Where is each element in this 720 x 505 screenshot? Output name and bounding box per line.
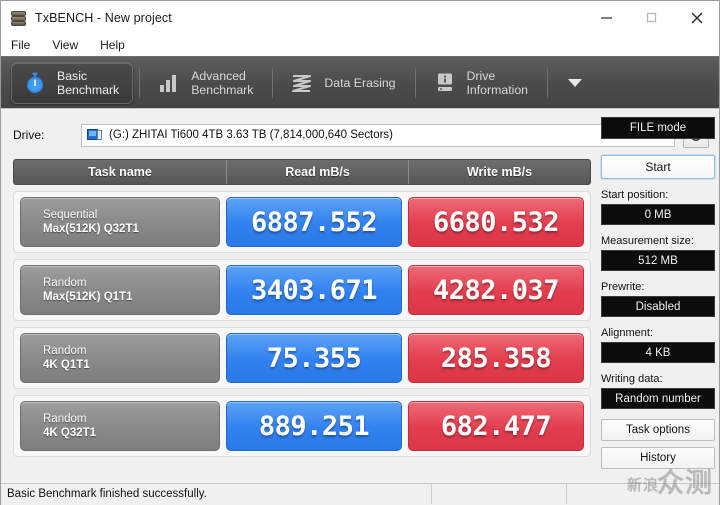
task-options-button[interactable]: Task options xyxy=(601,419,715,441)
task-name-line1: Random xyxy=(43,345,87,357)
options-sidebar: FILE mode Start Start position: 0 MB Mea… xyxy=(601,117,715,469)
alignment-value[interactable]: 4 KB xyxy=(601,342,715,363)
drive-label: Drive: xyxy=(13,128,45,142)
prewrite-value[interactable]: Disabled xyxy=(601,296,715,317)
title-bar: TxBENCH - New project xyxy=(1,1,719,34)
drive-info-icon xyxy=(432,70,458,96)
tab-advanced-benchmark-label: Advanced Benchmark xyxy=(191,68,254,97)
start-position-label: Start position: xyxy=(601,189,669,201)
write-value: 285.358 xyxy=(408,333,584,383)
maximize-button[interactable] xyxy=(629,1,674,34)
drive-monitor-icon xyxy=(87,128,103,142)
measurement-size-value[interactable]: 512 MB xyxy=(601,250,715,271)
results-table: Task name Read mB/s Write mB/s Sequentia… xyxy=(13,159,591,457)
history-button[interactable]: History xyxy=(601,447,715,469)
menu-bar: File View Help xyxy=(1,34,719,56)
task-name-cell: Sequential Max(512K) Q32T1 xyxy=(20,197,220,247)
tab-basic-benchmark-label: Basic Benchmark xyxy=(57,68,120,97)
start-position-value[interactable]: 0 MB xyxy=(601,204,715,225)
writing-data-label: Writing data: xyxy=(601,373,663,385)
task-name-cell: Random Max(512K) Q1T1 xyxy=(20,265,220,315)
status-message: Basic Benchmark finished successfully. xyxy=(7,488,207,500)
stopwatch-icon xyxy=(22,70,48,96)
file-mode-button[interactable]: FILE mode xyxy=(601,117,715,139)
drive-select[interactable]: (G:) ZHITAI Ti600 4TB 3.63 TB (7,814,000… xyxy=(81,123,675,147)
task-name-line2: 4K Q32T1 xyxy=(43,427,97,439)
tab-drive-information-label: Drive Information xyxy=(466,68,529,97)
tab-strip: Basic Benchmark Advanced Benchmark Data … xyxy=(1,56,719,108)
txbench-window: TxBENCH - New project File View Help Bas… xyxy=(0,0,720,505)
alignment-label: Alignment: xyxy=(601,327,653,339)
read-value: 3403.671 xyxy=(226,265,402,315)
tab-basic-benchmark[interactable]: Basic Benchmark xyxy=(11,61,134,104)
table-row: Random 4K Q1T1 75.355 285.358 xyxy=(13,327,591,389)
task-name-line1: Random xyxy=(43,277,87,289)
column-header-write: Write mB/s xyxy=(408,160,590,184)
tab-overflow-button[interactable] xyxy=(562,63,588,103)
prewrite-label: Prewrite: xyxy=(601,281,645,293)
menu-item-file[interactable]: File xyxy=(11,36,42,54)
minimize-button[interactable] xyxy=(584,1,629,34)
write-value: 4282.037 xyxy=(408,265,584,315)
task-name-cell: Random 4K Q1T1 xyxy=(20,333,220,383)
task-name-line2: Max(512K) Q32T1 xyxy=(43,223,139,235)
measurement-size-label: Measurement size: xyxy=(601,235,694,247)
start-button[interactable]: Start xyxy=(601,155,715,179)
status-bar: Basic Benchmark finished successfully. xyxy=(1,483,719,504)
task-name-line2: Max(512K) Q1T1 xyxy=(43,291,133,303)
tab-data-erasing[interactable]: Data Erasing xyxy=(279,62,408,104)
window-controls xyxy=(584,1,719,34)
window-title: TxBENCH - New project xyxy=(35,10,172,25)
table-row: Random 4K Q32T1 889.251 682.477 xyxy=(13,395,591,457)
column-header-read: Read mB/s xyxy=(226,160,408,184)
task-name-cell: Random 4K Q32T1 xyxy=(20,401,220,451)
wave-lines-icon xyxy=(289,70,315,96)
tab-divider xyxy=(547,65,549,100)
disk-stack-icon xyxy=(10,9,28,27)
drive-select-value: (G:) ZHITAI Ti600 4TB 3.63 TB (7,814,000… xyxy=(109,129,394,141)
table-header: Task name Read mB/s Write mB/s xyxy=(13,159,591,185)
table-row: Random Max(512K) Q1T1 3403.671 4282.037 xyxy=(13,259,591,321)
column-header-task-name: Task name xyxy=(88,165,152,179)
read-value: 889.251 xyxy=(226,401,402,451)
task-name-line1: Random xyxy=(43,413,87,425)
read-value: 75.355 xyxy=(226,333,402,383)
tab-divider xyxy=(139,65,141,100)
status-pane-3 xyxy=(566,484,719,504)
writing-data-value[interactable]: Random number xyxy=(601,388,715,409)
task-name-line2: 4K Q1T1 xyxy=(43,359,90,371)
tab-data-erasing-label: Data Erasing xyxy=(324,75,396,90)
write-value: 682.477 xyxy=(408,401,584,451)
main-content: Drive: (G:) ZHITAI Ti600 4TB 3.63 TB (7,… xyxy=(1,108,719,505)
menu-item-view[interactable]: View xyxy=(52,36,90,54)
tab-drive-information[interactable]: Drive Information xyxy=(422,62,542,104)
close-button[interactable] xyxy=(674,1,719,34)
tab-divider xyxy=(414,65,416,100)
status-pane-2 xyxy=(431,484,566,504)
chevron-down-icon xyxy=(568,78,583,87)
read-value: 6887.552 xyxy=(226,197,402,247)
task-name-line1: Sequential xyxy=(43,209,98,221)
tab-divider xyxy=(272,65,274,100)
table-row: Sequential Max(512K) Q32T1 6887.552 6680… xyxy=(13,191,591,253)
write-value: 6680.532 xyxy=(408,197,584,247)
tab-advanced-benchmark[interactable]: Advanced Benchmark xyxy=(146,62,266,104)
menu-item-help[interactable]: Help xyxy=(100,36,137,54)
bar-chart-icon xyxy=(156,70,182,96)
